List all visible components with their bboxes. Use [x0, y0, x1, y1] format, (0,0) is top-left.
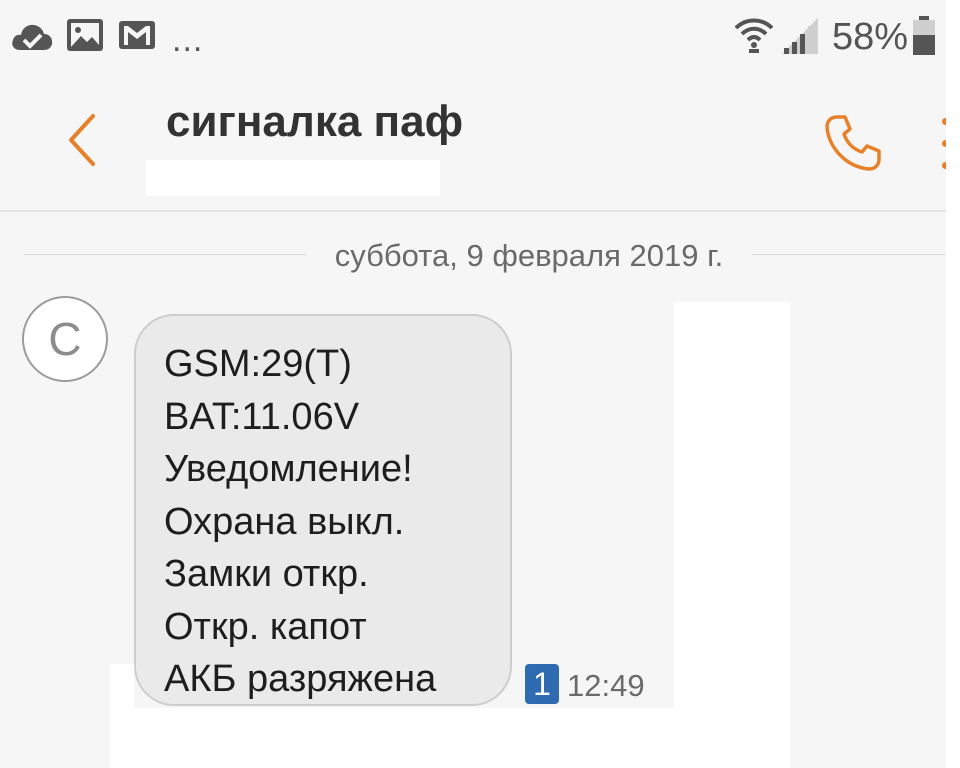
message-bubble[interactable]: GSM:29(T) BAT:11.06V Уведомление! Охрана…	[134, 314, 512, 706]
message-time: 12:49	[567, 668, 645, 703]
gallery-icon	[66, 18, 104, 57]
gmail-icon	[118, 20, 156, 55]
avatar[interactable]: С	[22, 296, 108, 382]
edge-strip	[946, 0, 960, 768]
notification-overflow: ...	[172, 21, 204, 59]
phone-icon	[823, 113, 883, 178]
message-line: Замки откр.	[164, 553, 369, 595]
message-line: Уведомление!	[164, 448, 413, 490]
chevron-left-icon	[65, 113, 99, 172]
messaging-screen: ... 58% сигналка паф суббота, 9 февраля …	[0, 0, 946, 768]
message-line: Откр. капот	[164, 605, 367, 648]
wifi-icon	[734, 16, 774, 61]
divider	[752, 254, 946, 255]
contact-number-redacted	[146, 160, 440, 196]
message-line: Охрана выкл.	[164, 500, 405, 543]
status-bar: ... 58%	[0, 0, 946, 72]
back-button[interactable]	[54, 110, 110, 174]
message-line: АКБ разряжена	[164, 658, 437, 700]
battery-icon	[912, 16, 936, 61]
signal-icon	[780, 16, 820, 61]
call-button[interactable]	[820, 112, 886, 178]
battery-percent: 58%	[832, 16, 909, 58]
cloud-check-icon	[10, 20, 54, 57]
date-separator: суббота, 9 февраля 2019 г.	[334, 238, 724, 273]
divider	[24, 254, 306, 255]
redaction-block	[110, 664, 134, 768]
more-options-button[interactable]	[930, 116, 946, 172]
redaction-block	[674, 302, 790, 768]
conversation-header: сигналка паф	[0, 72, 946, 212]
contact-name[interactable]: сигналка паф	[166, 96, 463, 148]
sim-badge: 1	[525, 664, 559, 704]
message-line: GSM:29(T)	[164, 343, 352, 385]
redaction-block	[110, 708, 790, 768]
message-line: BAT:11.06V	[164, 395, 360, 438]
